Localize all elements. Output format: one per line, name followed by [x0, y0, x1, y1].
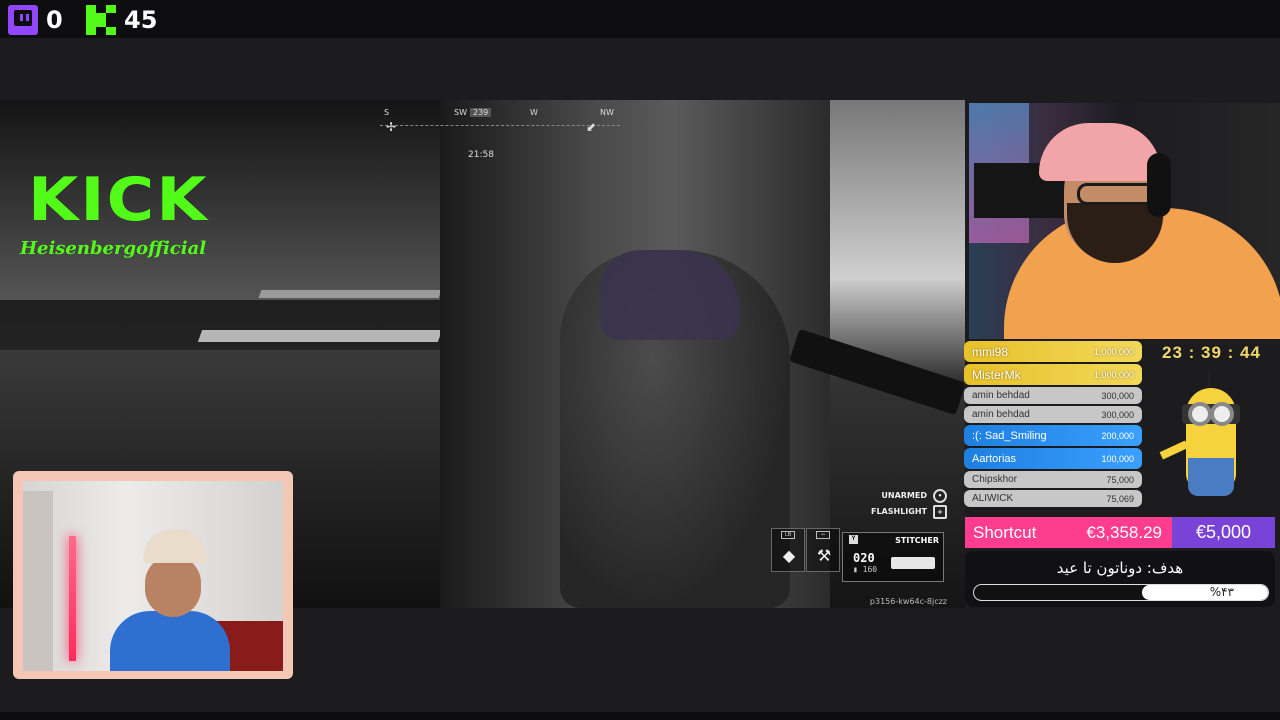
inventory-slot-gadget: LB ◆: [771, 528, 805, 572]
webcam-feed: [23, 481, 283, 671]
donation-row: Chipskhor 75,000: [964, 471, 1142, 488]
goal-progress-track: %۴۳: [973, 584, 1269, 601]
streamer-person: [105, 529, 230, 671]
scene-light: [258, 290, 442, 298]
donation-row: MisterMk 1,000,000: [964, 364, 1142, 385]
compass-s: S: [384, 108, 390, 117]
weapon-reserve-ammo: ▮ 160: [853, 565, 878, 574]
kick-count: 45: [124, 6, 158, 34]
minion-mascot-icon: [1159, 368, 1260, 512]
subathon-countdown: 23 : 39 : 44: [1162, 343, 1261, 362]
weapon-name: STITCHER: [895, 536, 939, 545]
kick-icon: [86, 5, 116, 35]
donation-row: amin behdad 300,000: [964, 387, 1142, 404]
streamer-cap: [1039, 123, 1161, 181]
stream-bottom-bar: [0, 712, 1280, 720]
dpad-icon: +: [933, 504, 947, 519]
gadget-icon: ◆: [782, 548, 796, 565]
kick-logo: KICK: [28, 165, 209, 235]
goal-target-amount: €5,000: [1195, 522, 1252, 542]
donation-row: ALIWICK 75,069: [964, 490, 1142, 507]
twitch-counter: 0: [8, 5, 63, 35]
hammer-icon: ⚒: [816, 548, 832, 565]
inventory-slot-tool: ⇦ ⚒: [806, 528, 840, 572]
donation-leaderboard: mmi98 1,000,000 MisterMk 1,000,000 amin be…: [964, 341, 1142, 509]
compass-nw: NW: [600, 108, 614, 117]
button-icon: •: [933, 488, 947, 503]
kick-username: Heisenbergofficial: [20, 238, 207, 259]
twitch-icon: [8, 5, 38, 35]
goal-target: €5,000: [1172, 517, 1275, 548]
gun-icon: [891, 557, 935, 569]
action-flashlight: FLASHLIGHT +: [871, 504, 947, 520]
objective-marker-icon: ✢: [386, 120, 397, 134]
donation-row: amin behdad 300,000: [964, 406, 1142, 423]
headset-icon: [1147, 153, 1171, 217]
session-id: p3156-kw64c-8jczz: [869, 597, 947, 606]
weapon-ammo: 020: [853, 551, 875, 565]
weapon-key: Y: [849, 535, 858, 544]
compass-line: [380, 125, 620, 126]
goal-amount: €3,358.29: [1086, 522, 1162, 542]
donathon-goal-panel: هدف: دوناتون تا عید %۴۳: [965, 551, 1275, 607]
scene-light: [197, 330, 443, 342]
donation-goal-bar: Shortcut €3,358.29 €5,000: [965, 517, 1275, 548]
twitch-count: 0: [46, 6, 63, 34]
goal-progress-fill: [1141, 585, 1268, 600]
donation-row: Aartorias 100,000: [964, 448, 1142, 469]
compass-heading: 239: [470, 108, 492, 117]
waypoint-marker-icon: ⬋: [586, 120, 597, 134]
donation-row: mmi98 1,000,000: [964, 341, 1142, 362]
match-timer: 21:58: [468, 150, 494, 160]
compass-sw: SW 239: [454, 108, 492, 117]
donation-row: :(: Sad_Smiling 200,000: [964, 425, 1142, 446]
webcam-player-two: [13, 471, 293, 679]
goal-title: هدف: دوناتون تا عید: [1056, 559, 1184, 577]
action-prompts: UNARMED • FLASHLIGHT +: [871, 488, 947, 520]
compass-bar: S SW 239 W NW ✢ ⬋: [380, 108, 620, 136]
goal-current: Shortcut €3,358.29: [965, 517, 1172, 548]
action-unarmed: UNARMED •: [871, 488, 947, 504]
player-backpack: [600, 250, 740, 340]
stream-top-bar: 0 45: [0, 0, 1280, 38]
weapon-panel: Y STITCHER 020 ▮ 160: [842, 532, 944, 582]
goal-progress-label: %۴۳: [1209, 585, 1234, 599]
webcam-streamer: [969, 103, 1280, 339]
compass-w: W: [530, 108, 538, 117]
goal-name: Shortcut: [973, 522, 1037, 542]
led-light: [69, 536, 76, 661]
kick-counter: 45: [86, 5, 157, 35]
